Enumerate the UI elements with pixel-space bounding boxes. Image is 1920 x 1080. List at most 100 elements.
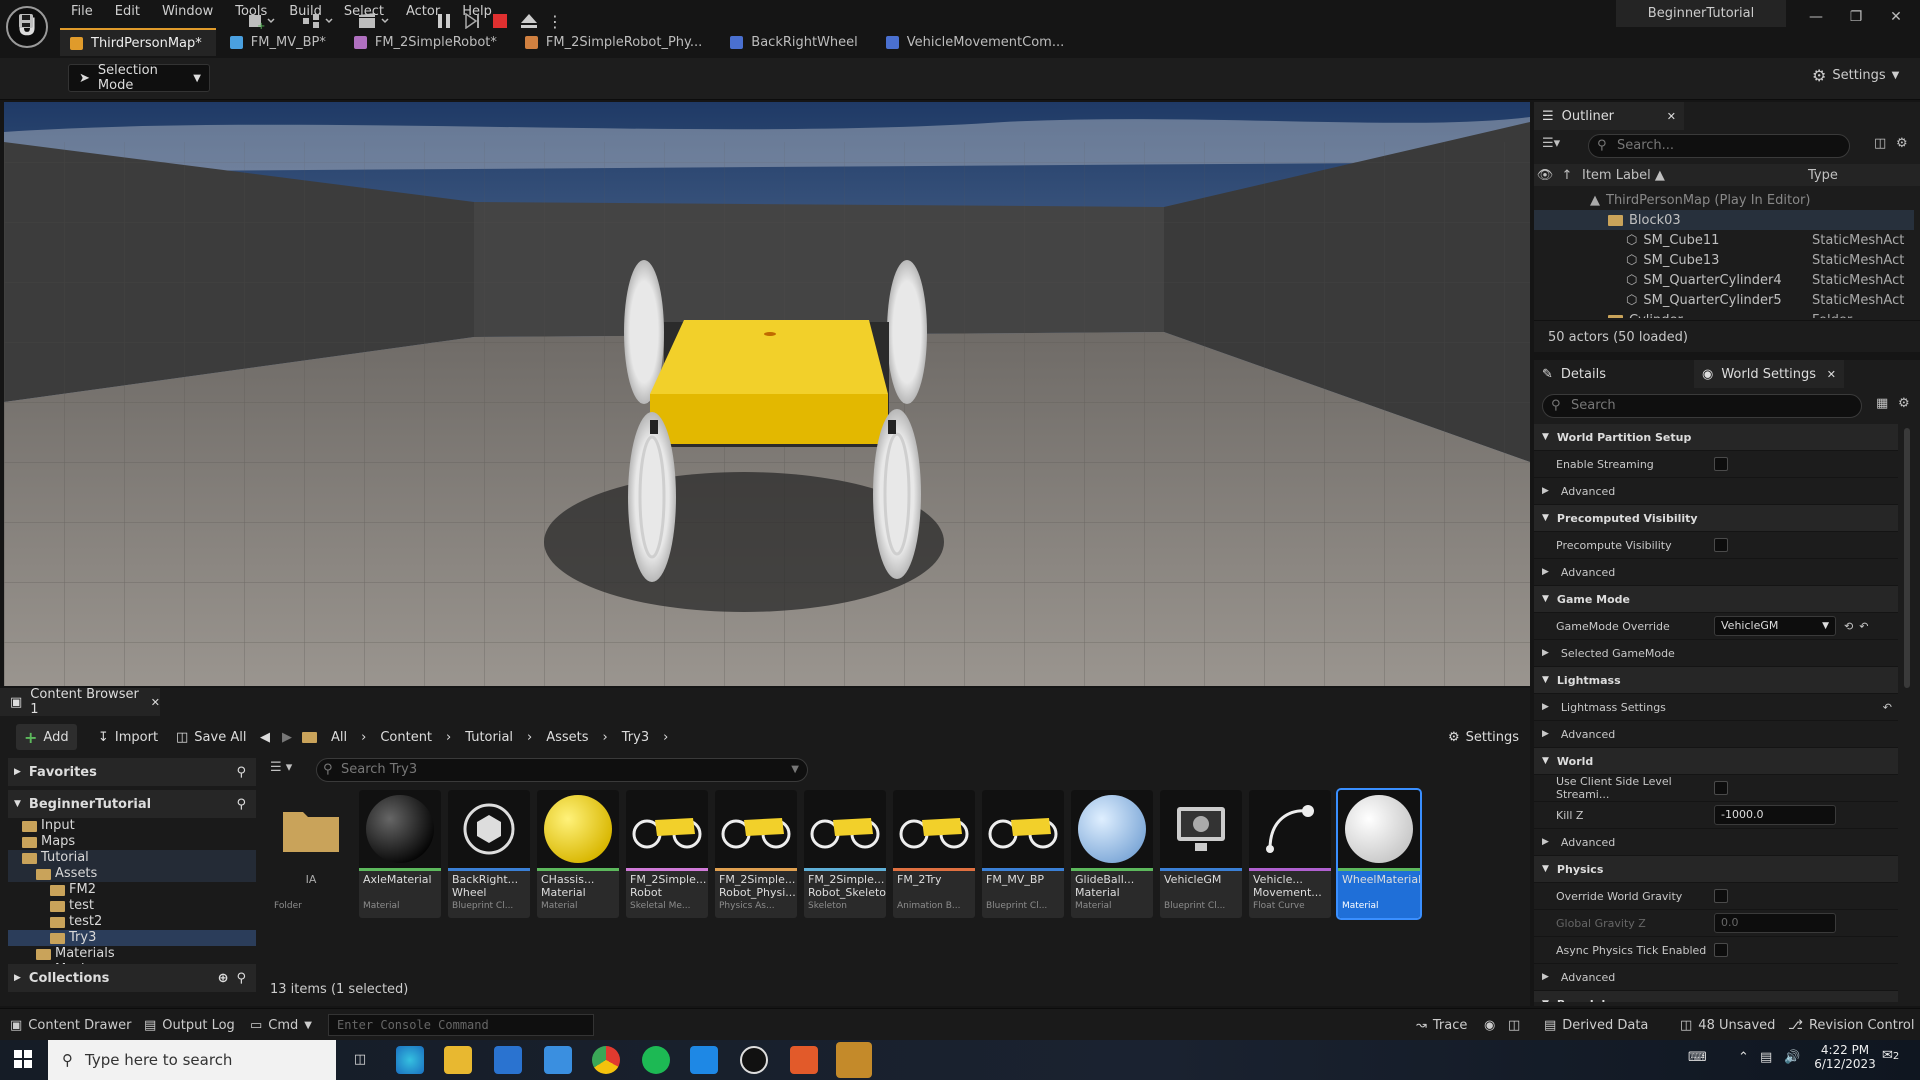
minimize-icon[interactable]: — [1796,0,1836,34]
reset-icon[interactable]: ↶ [1883,701,1892,714]
add-button[interactable]: + Add [16,724,77,750]
details-tab[interactable]: ✎ Details [1534,360,1694,388]
breadcrumb-all[interactable]: All [331,730,347,745]
property-checkbox[interactable] [1714,457,1728,471]
tab-0[interactable]: ThirdPersonMap* [60,28,216,56]
asset-tile[interactable]: FM_2Simple... Robot Skeletal Me... [626,790,708,918]
frame-skip-icon[interactable] [460,8,484,34]
table-view-icon[interactable]: ▦ [1876,396,1888,411]
unsaved-button[interactable]: ◫ 48 Unsaved [1680,1009,1775,1041]
console-input[interactable]: Enter Console Command [328,1014,594,1036]
world-settings-tab[interactable]: ◉ World Settings ✕ [1694,360,1844,388]
save-all-button[interactable]: ◫ Save All [168,724,254,750]
output-log-button[interactable]: ▤ Output Log [144,1009,235,1041]
add-collection-icon[interactable]: ⊕ [218,971,229,986]
property-row[interactable]: ▶ Advanced [1534,559,1898,586]
network-icon[interactable]: ▤ [1760,1050,1772,1065]
asset-tile[interactable]: AxleMaterial Material [359,790,441,918]
menu-edit[interactable]: Edit [104,0,151,24]
filter-icon[interactable]: ☰ ▾ [270,760,292,775]
asset-tile[interactable]: BackRight... Wheel Blueprint Cl... [448,790,530,918]
spotify-icon[interactable] [642,1046,670,1074]
cb-settings-button[interactable]: ⚙ Settings [1440,724,1527,750]
content-browser-tab[interactable]: ▣ Content Browser 1 ✕ [0,687,160,717]
outliner-row[interactable]: ▲ ThirdPersonMap (Play In Editor) [1534,190,1914,210]
windows-start-icon[interactable] [14,1050,32,1072]
property-checkbox[interactable] [1714,889,1728,903]
asset-tile[interactable]: FM_2Simple... Robot_Skeleton Skeleton [804,790,886,918]
asset-tile[interactable]: WheelMaterial Material [1336,788,1422,920]
column-item-label[interactable]: Item Label ▲ [1578,168,1808,183]
property-row[interactable]: ▶ Advanced [1534,964,1898,991]
property-row[interactable]: ▶ Advanced [1534,721,1898,748]
selection-mode-dropdown[interactable]: ➤ Selection Mode ▼ [68,63,210,93]
folder-tree-item[interactable]: Input [8,818,256,834]
folder-tree-item[interactable]: test [8,898,256,914]
save-icon[interactable] [14,8,38,34]
close-tab-icon[interactable]: ✕ [1827,368,1836,381]
search-icon[interactable]: ⚲ [236,971,246,986]
outliner-row[interactable]: Cylinder Folder [1534,310,1914,318]
revision-control-button[interactable]: ⎇ Revision Control [1788,1009,1914,1041]
unreal-engine-taskbar-icon[interactable] [740,1046,768,1074]
property-row[interactable]: ▼ Precomputed Visibility [1534,505,1898,532]
cinematics-icon[interactable] [354,8,394,34]
browse-icon[interactable]: ⟲ [1844,620,1853,633]
asset-tile[interactable]: GlideBall... Material Material [1071,790,1153,918]
folder-tree-item[interactable]: Materials [8,946,256,962]
property-row[interactable]: ▼ Game Mode [1534,586,1898,613]
property-row[interactable]: ▼ World [1534,748,1898,775]
filter-icon[interactable]: ☰▾ [1542,136,1560,151]
add-actor-icon[interactable]: + [244,8,280,34]
keyboard-icon[interactable]: ⌨ [1688,1050,1707,1065]
menu-window[interactable]: Window [151,0,224,24]
property-row[interactable]: Kill Z -1000.0 [1534,802,1898,829]
epic-games-icon[interactable] [836,1042,872,1078]
clock[interactable]: 4:22 PM 6/12/2023 [1810,1043,1880,1071]
details-scrollbar[interactable] [1904,428,1910,688]
number-input[interactable]: -1000.0 [1714,805,1836,825]
blueprint-menu-icon[interactable] [298,8,338,34]
property-row[interactable]: Enable Streaming [1534,451,1898,478]
eject-icon[interactable] [516,8,542,34]
outliner-tab[interactable]: ☰ Outliner ✕ [1534,102,1684,130]
settings-button[interactable]: ⚙ Settings ▼ [1812,66,1899,85]
number-input[interactable]: 0.0 [1714,913,1836,933]
task-view-icon[interactable]: ◫ [346,1046,374,1074]
menu-file[interactable]: File [60,0,104,24]
asset-tile[interactable]: FM_2Simple... Robot_Physi... Physics As..… [715,790,797,918]
property-row[interactable]: Global Gravity Z 0.0 [1534,910,1898,937]
taskbar-search-input[interactable]: ⚲ Type here to search [48,1040,336,1080]
blender-icon[interactable] [790,1046,818,1074]
property-row[interactable]: Async Physics Tick Enabled [1534,937,1898,964]
content-drawer-button[interactable]: ▣ Content Drawer [10,1009,131,1041]
collections-section[interactable]: ▶ Collections ⊕ ⚲ [8,964,256,992]
breadcrumb-tutorial[interactable]: Tutorial [465,730,513,745]
favorites-section[interactable]: ▶ Favorites ⚲ [8,758,256,786]
import-button[interactable]: ↧ Import [90,724,166,750]
asset-tile[interactable]: CHassis... Material Material [537,790,619,918]
folder-tree-item[interactable]: FM2 [8,882,256,898]
asset-tile[interactable]: IA Folder [270,790,352,918]
file-explorer-icon[interactable] [444,1046,472,1074]
close-icon[interactable]: ✕ [1876,0,1916,34]
reset-icon[interactable]: ↶ [1859,620,1868,633]
search-icon[interactable]: ⚲ [236,797,246,812]
property-row[interactable]: ▶ Selected GameMode [1534,640,1898,667]
camera-icon[interactable]: ◫ [1508,1009,1520,1041]
maximize-icon[interactable]: ❐ [1836,0,1876,34]
vscode-icon[interactable] [690,1046,718,1074]
trace-button[interactable]: ↝ Trace [1416,1009,1467,1041]
folder-tree-item[interactable]: Assets [8,866,256,882]
chrome-icon[interactable] [592,1046,620,1074]
cmd-dropdown[interactable]: ▭ Cmd ▼ [250,1009,312,1041]
breadcrumb-try3[interactable]: Try3 [622,730,649,745]
property-checkbox[interactable] [1714,781,1728,795]
volume-icon[interactable]: 🔊 [1784,1050,1800,1065]
property-row[interactable]: Override World Gravity [1534,883,1898,910]
close-tab-icon[interactable]: ✕ [151,696,160,709]
folder-tree-item[interactable]: test2 [8,914,256,930]
property-row[interactable]: Use Client Side Level Streami... [1534,775,1898,802]
property-row[interactable]: ▼ Broadphase [1534,991,1898,1002]
gear-icon[interactable]: ⚙ [1898,396,1910,411]
